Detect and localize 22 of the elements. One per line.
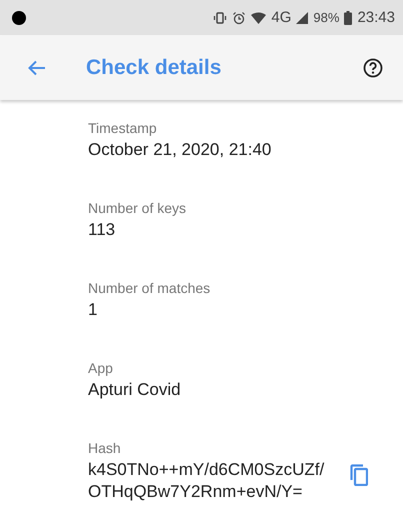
field-label: App — [88, 360, 114, 376]
vibrate-icon — [213, 10, 228, 24]
status-time: 23:43 — [357, 9, 395, 26]
field-value: Apturi Covid — [88, 379, 181, 401]
signal-icon — [296, 12, 308, 24]
field-value: OTHqQBw7Y2Rnm+evN/Y= — [88, 481, 304, 503]
copy-button[interactable] — [350, 464, 368, 489]
screen-title: Check details — [86, 56, 222, 80]
field-label: Timestamp — [88, 120, 158, 136]
field-label: Number of keys — [88, 200, 186, 216]
camera-dot-icon — [12, 10, 26, 24]
field-value: k4S0TNo++mY/d6CM0SzcUZf/ — [88, 459, 324, 481]
field-value: October 21, 2020, 21:40 — [88, 139, 272, 161]
alarm-icon — [232, 10, 246, 24]
battery-percent: 98% — [313, 10, 340, 25]
field-label: Hash — [88, 440, 122, 456]
wifi-icon — [251, 12, 266, 24]
battery-icon — [344, 10, 352, 24]
field-label: Number of matches — [88, 280, 210, 296]
network-label: 4G — [271, 9, 292, 26]
field-value: 1 — [88, 299, 98, 321]
field-value: 113 — [88, 219, 116, 241]
